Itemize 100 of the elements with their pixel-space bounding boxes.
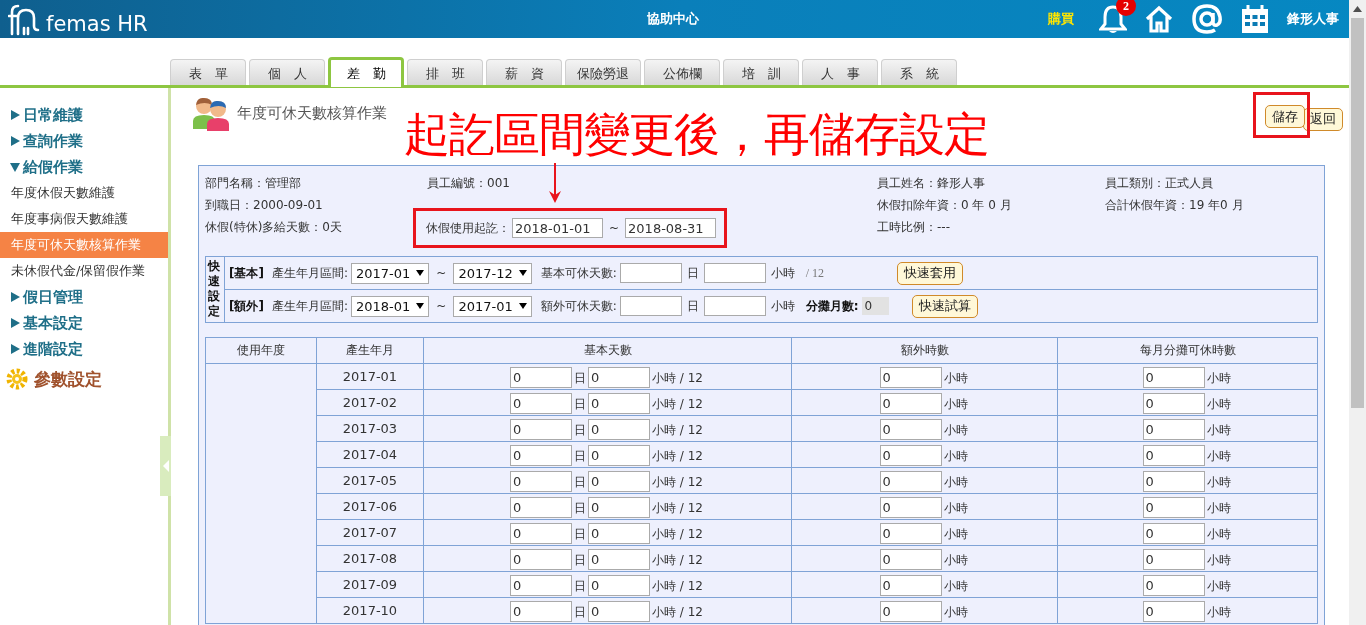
hours-field[interactable]: 0	[588, 600, 650, 622]
sidebar-group[interactable]: 日常維護	[0, 102, 168, 128]
hours-field[interactable]: 0	[1142, 600, 1205, 622]
date-field[interactable]: 2018-01-01	[512, 218, 603, 238]
days-field[interactable]: 0	[510, 600, 572, 622]
days-field[interactable]: 0	[510, 392, 572, 414]
nav-tab[interactable]: 排 班	[407, 59, 483, 85]
quick-action-button[interactable]: 快速試算	[911, 294, 978, 318]
hours-field[interactable]: 0	[879, 522, 942, 544]
unit-label: 小時 / 12	[652, 370, 703, 385]
month-dropdown[interactable]: 2018-01	[351, 295, 430, 317]
hours-field[interactable]: 0	[1142, 522, 1205, 544]
hours-field[interactable]: 0	[588, 574, 650, 596]
table-cell: 2017-04	[316, 441, 424, 468]
sidebar-item[interactable]: 年度休假天數維護	[0, 180, 168, 206]
scroll-up-icon[interactable]	[1353, 6, 1362, 12]
unit-label: 小時	[770, 297, 795, 315]
hours-field[interactable]: 0	[879, 496, 942, 518]
hours-field[interactable]	[703, 296, 766, 316]
hours-field[interactable]: 0	[1142, 574, 1205, 596]
sidebar-group[interactable]: 查詢作業	[0, 128, 168, 154]
hours-field[interactable]: 0	[588, 496, 650, 518]
sidebar-group[interactable]: 假日管理	[0, 284, 168, 310]
nav-tab[interactable]: 公佈欄	[644, 59, 720, 85]
days-field[interactable]: 0	[510, 548, 572, 570]
home-icon[interactable]	[1144, 5, 1174, 33]
hours-field[interactable]	[703, 263, 766, 283]
sidebar-item[interactable]: 年度事病假天數維護	[0, 206, 168, 232]
settings-item[interactable]: 參數設定	[0, 366, 168, 392]
days-field[interactable]: 0	[510, 574, 572, 596]
hours-field[interactable]: 0	[879, 392, 942, 414]
nav-tab[interactable]: 表 單	[170, 59, 246, 85]
hours-field[interactable]: 0	[1142, 366, 1205, 388]
caret-icon	[518, 270, 527, 276]
sidebar-group[interactable]: 基本設定	[0, 310, 168, 336]
hours-field[interactable]: 0	[588, 522, 650, 544]
sidebar-collapse-handle[interactable]	[160, 436, 171, 496]
hours-field[interactable]: 0	[879, 418, 942, 440]
month-dropdown[interactable]: 2017-12	[453, 262, 532, 284]
table-cell: 2017-10	[316, 597, 424, 624]
nav-tab[interactable]: 差 勤	[328, 57, 404, 87]
hours-field[interactable]: 0	[1142, 470, 1205, 492]
email-icon[interactable]	[1191, 3, 1223, 35]
hours-field[interactable]: 0	[879, 444, 942, 466]
hours-field[interactable]: 0	[588, 392, 650, 414]
unit-label: 小時	[1206, 422, 1231, 437]
quick-action-button[interactable]: 快速套用	[896, 261, 963, 285]
hours-field[interactable]: 0	[588, 470, 650, 492]
unit-label: 小時	[1206, 448, 1231, 463]
bell-icon[interactable]	[1099, 4, 1127, 34]
sidebar-item[interactable]: 未休假代金/保留假作業	[0, 258, 168, 284]
nav-tab[interactable]: 保險勞退	[565, 59, 641, 85]
days-field[interactable]: 0	[510, 522, 572, 544]
hours-field[interactable]: 0	[879, 366, 942, 388]
hours-field[interactable]: 0	[1142, 444, 1205, 466]
scrollbar[interactable]	[1349, 0, 1366, 625]
hours-field[interactable]: 0	[879, 548, 942, 570]
days-field[interactable]: 0	[510, 418, 572, 440]
collapsed-icon	[10, 292, 20, 302]
users-icon	[191, 95, 231, 131]
user-name[interactable]: 鋒形人事	[1287, 10, 1339, 28]
scrollbar-thumb[interactable]	[1351, 18, 1364, 408]
unit-label: 小時	[1206, 552, 1231, 567]
days-field[interactable]	[619, 263, 682, 283]
nav-tab[interactable]: 人 事	[802, 59, 878, 85]
sidebar-group[interactable]: 進階設定	[0, 336, 168, 362]
notification-badge: 2	[1116, 0, 1136, 16]
hours-field[interactable]: 0	[588, 366, 650, 388]
calendar-icon[interactable]	[1240, 4, 1270, 34]
toolbar-button[interactable]: 儲存	[1265, 105, 1305, 128]
nav-tab[interactable]: 系 統	[881, 59, 957, 85]
hours-field[interactable]: 0	[879, 600, 942, 622]
days-field[interactable]: 0	[510, 496, 572, 518]
column-header: 額外時數	[791, 337, 1058, 364]
hours-field[interactable]: 0	[879, 470, 942, 492]
hours-field[interactable]: 0	[1142, 392, 1205, 414]
date-field[interactable]: 2018-08-31	[625, 218, 717, 238]
hours-field[interactable]: 0	[1142, 496, 1205, 518]
annotation-text: 起訖區間變更後，再儲存設定	[404, 106, 989, 163]
days-field[interactable]: 0	[510, 366, 572, 388]
days-field[interactable]: 0	[510, 470, 572, 492]
quick-settings-label: 快速設定	[206, 257, 225, 322]
hours-field[interactable]: 0	[879, 574, 942, 596]
days-field[interactable]: 0	[510, 444, 572, 466]
month-dropdown[interactable]: 2017-01	[453, 295, 532, 317]
month-dropdown[interactable]: 2017-01	[351, 262, 430, 284]
days-field[interactable]	[619, 296, 682, 316]
sidebar-group[interactable]: 給假作業	[0, 154, 168, 180]
hours-field[interactable]: 0	[588, 418, 650, 440]
hours-field[interactable]: 0	[588, 548, 650, 570]
hours-field[interactable]: 0	[1142, 548, 1205, 570]
hours-field[interactable]: 0	[588, 444, 650, 466]
nav-tab[interactable]: 培 訓	[723, 59, 799, 85]
nav-tab[interactable]: 個 人	[249, 59, 325, 85]
nav-tab[interactable]: 薪 資	[486, 59, 562, 85]
unit-label: 日	[574, 370, 586, 385]
help-center-link[interactable]: 協助中心	[608, 10, 738, 28]
unit-label: 小時	[943, 604, 968, 619]
hours-field[interactable]: 0	[1142, 418, 1205, 440]
info-field: 休假扣除年資：0 年 0 月	[877, 196, 1105, 214]
